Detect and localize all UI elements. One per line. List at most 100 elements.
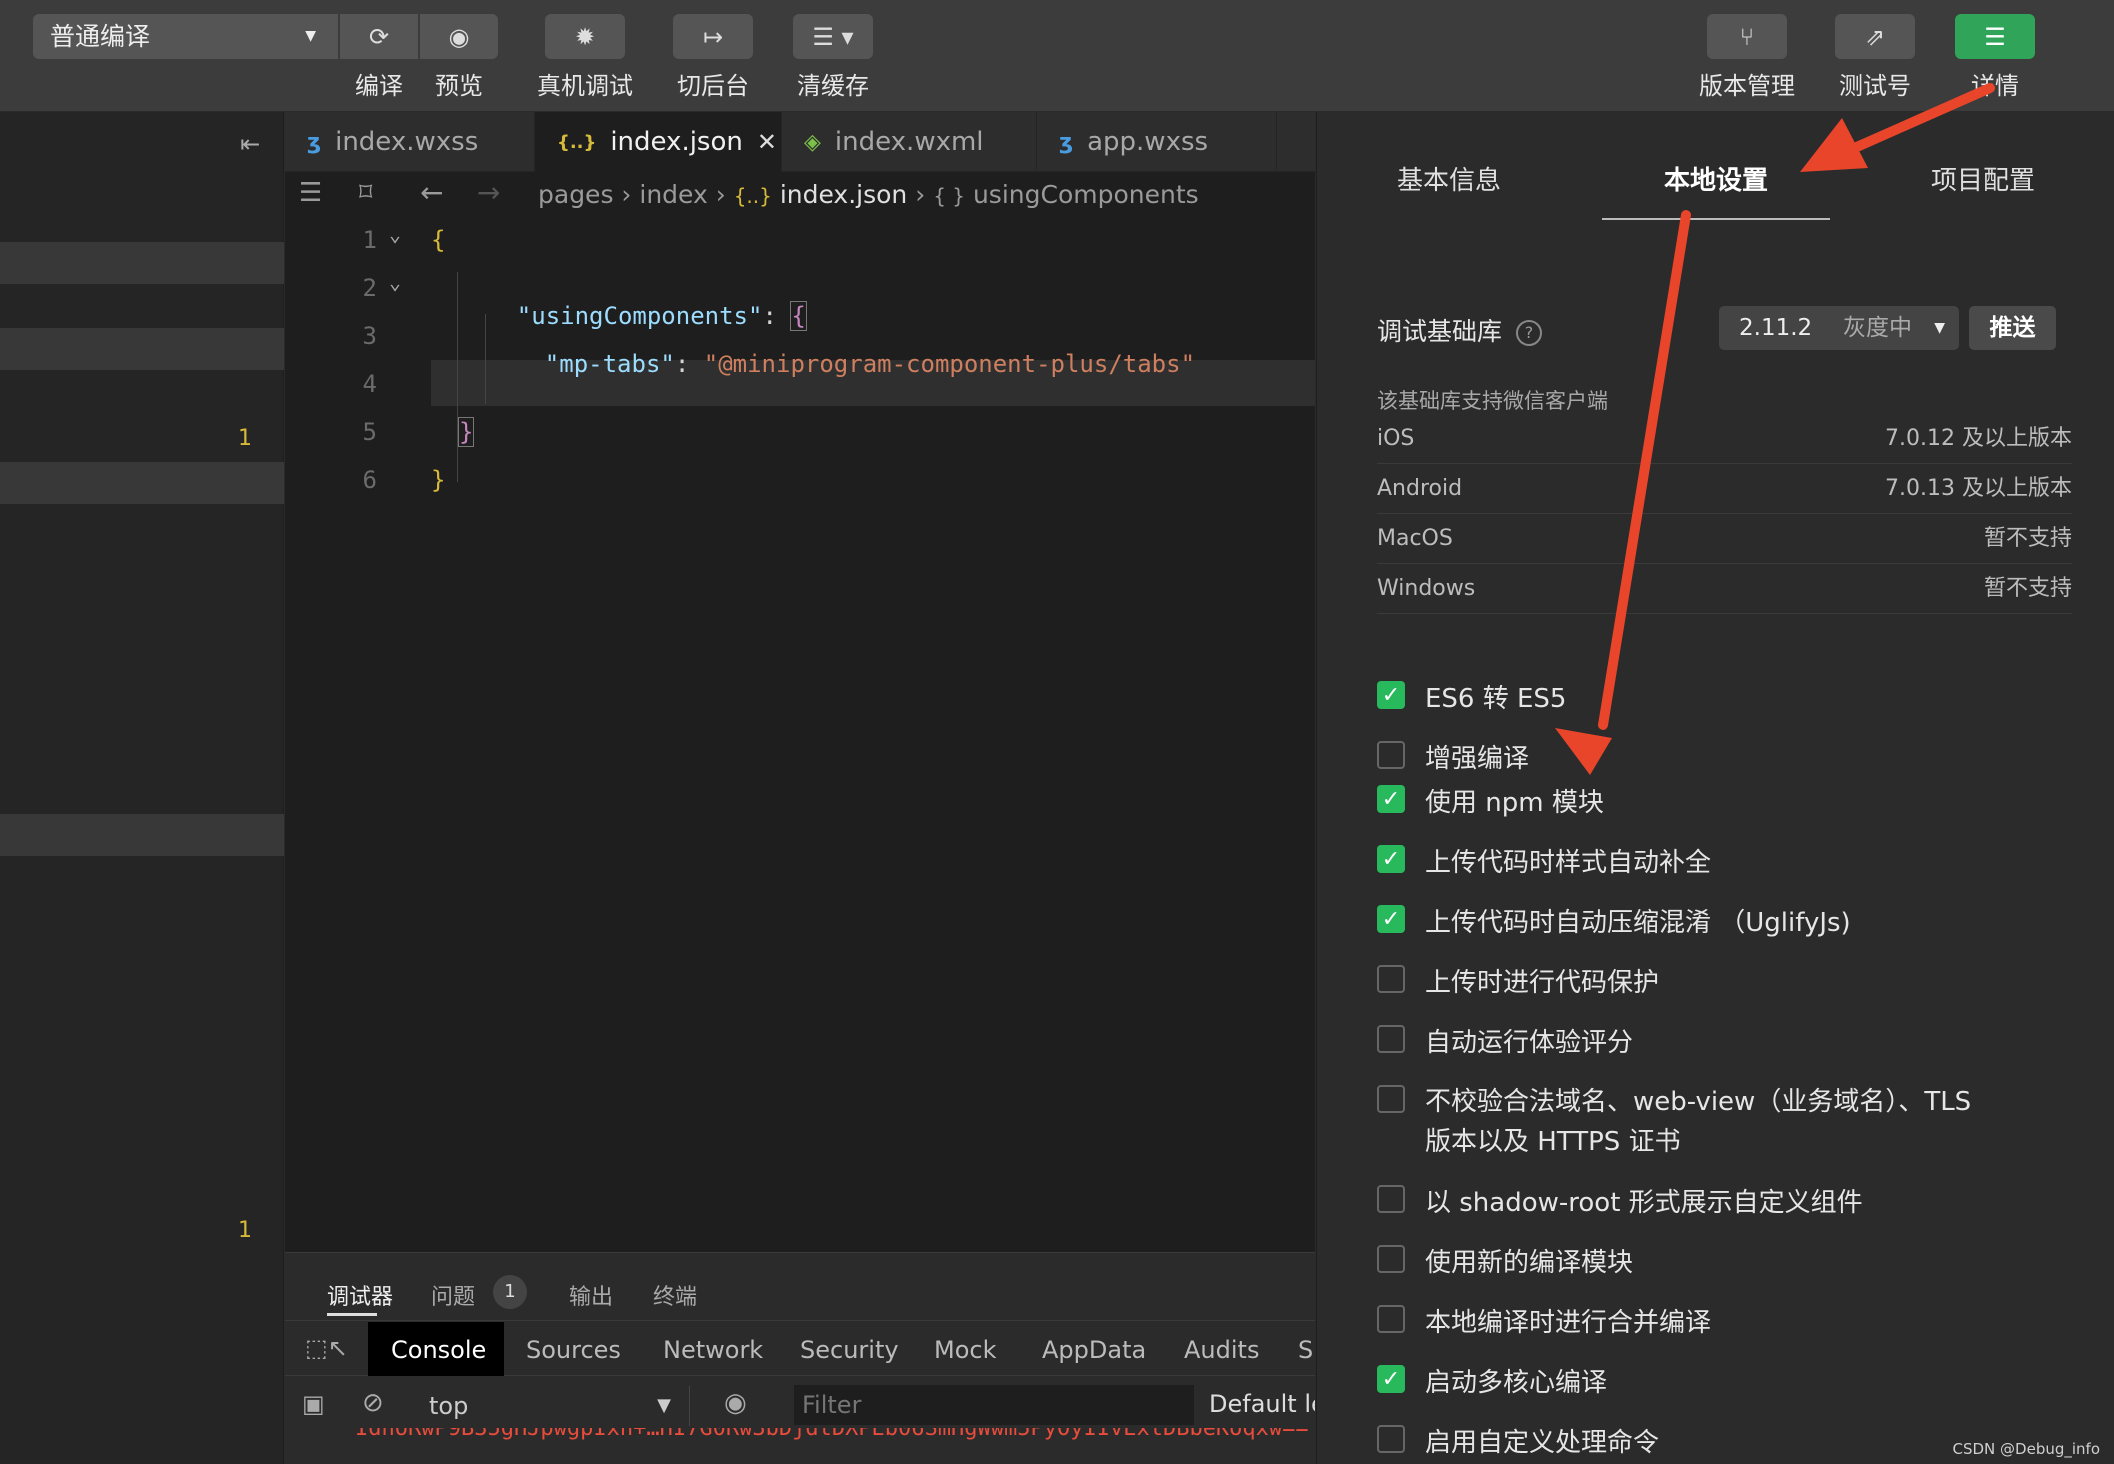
version-control-button[interactable]: ⑂ [1707, 14, 1787, 59]
tab-index-json[interactable]: {..} index.json ✕ [535, 112, 782, 172]
tab-security[interactable]: Security [800, 1336, 899, 1364]
compile-mode-select[interactable]: 普通编译 ▼ [33, 14, 338, 59]
code-line-5: } [457, 417, 475, 447]
console-error-text: IdnoRwP9B35gHJpwgpIxn+…HI7G0Rw3bDjdtDXPE… [355, 1428, 1309, 1441]
option-custom-command[interactable]: 启用自定义处理命令 [1377, 1422, 1659, 1459]
list-icon[interactable]: ☰ [299, 178, 322, 208]
code-line-6: } [431, 466, 446, 494]
tab-label: app.wxss [1087, 127, 1209, 157]
option-label: 本地编译时进行合并编译 [1425, 1308, 1712, 1338]
tab-network[interactable]: Network [663, 1336, 763, 1364]
push-button[interactable]: 推送 [1969, 306, 2056, 350]
checkbox-unchecked[interactable] [1377, 1245, 1405, 1273]
chevron-down-icon: ▼ [657, 1395, 671, 1416]
option-audit[interactable]: 自动运行体验评分 [1377, 1022, 1633, 1059]
version-control-label: 版本管理 [1699, 72, 1795, 100]
option-multicore[interactable]: ✓ 启动多核心编译 [1377, 1362, 1607, 1399]
context-select[interactable]: top ▼ [415, 1386, 690, 1426]
tab-sources[interactable]: Sources [526, 1336, 621, 1364]
tab-project-config[interactable]: 项目配置 [1931, 160, 2035, 197]
breadcrumb-item[interactable]: usingComponents [973, 180, 1199, 209]
checkbox-checked[interactable]: ✓ [1377, 681, 1405, 709]
checkbox-unchecked[interactable] [1377, 741, 1405, 769]
preview-button[interactable]: ◉ [420, 14, 498, 59]
help-icon[interactable]: ? [1515, 320, 1542, 346]
breadcrumb-item[interactable]: index [639, 180, 707, 209]
checkbox-unchecked[interactable] [1377, 1025, 1405, 1053]
refresh-icon: ⟳ [368, 22, 390, 51]
option-autoprefix[interactable]: ✓ 上传代码时样式自动补全 [1377, 842, 1711, 879]
close-icon[interactable]: ✕ [757, 128, 777, 156]
forward-icon[interactable]: → [477, 176, 500, 209]
tab-basic-info[interactable]: 基本信息 [1397, 160, 1501, 197]
branch-icon: ⑂ [1739, 22, 1755, 51]
tab-app-wxss[interactable]: ʒ app.wxss [1037, 112, 1277, 172]
option-skip-domain-check[interactable]: 不校验合法域名、web-view（业务域名）、TLS 版本以及 HTTPS 证书 [1377, 1082, 1971, 1162]
tab-truncated[interactable]: S [1298, 1336, 1315, 1364]
tab-mock[interactable]: Mock [934, 1336, 996, 1364]
tab-output[interactable]: 输出 [569, 1279, 613, 1311]
eye-icon[interactable]: ◉ [724, 1388, 747, 1418]
sidebar-row[interactable] [0, 328, 284, 370]
log-level-select[interactable]: Default lev [1209, 1390, 1315, 1418]
option-es6[interactable]: ✓ ES6 转 ES5 [1377, 678, 1566, 715]
checkbox-unchecked[interactable] [1377, 1185, 1405, 1213]
tab-local-settings[interactable]: 本地设置 [1664, 160, 1768, 197]
line-number: 3 [362, 322, 377, 350]
base-lib-version-select[interactable]: 2.11.2 灰度中 ▼ [1719, 306, 1959, 350]
clear-console-icon[interactable]: ⊘ [362, 1388, 384, 1418]
checkbox-checked[interactable]: ✓ [1377, 785, 1405, 813]
filter-input[interactable] [794, 1385, 1194, 1425]
option-merge-compile[interactable]: 本地编译时进行合并编译 [1377, 1302, 1711, 1339]
test-account-button[interactable]: ⇗ [1835, 14, 1915, 59]
option-code-protect[interactable]: 上传时进行代码保护 [1377, 962, 1659, 999]
checkbox-unchecked[interactable] [1377, 1085, 1405, 1113]
sidebar-row[interactable] [0, 242, 284, 284]
preview-label: 预览 [435, 72, 483, 100]
back-icon[interactable]: ← [420, 176, 443, 209]
option-npm[interactable]: ✓ 使用 npm 模块 [1377, 782, 1604, 819]
platform-name: Android [1377, 476, 1463, 501]
breadcrumb-item[interactable]: index.json [780, 180, 907, 209]
fold-chevron-icon[interactable]: ⌄ [389, 270, 401, 294]
option-shadow-root[interactable]: 以 shadow-root 形式展示自定义组件 [1377, 1182, 1863, 1219]
checkbox-checked[interactable]: ✓ [1377, 905, 1405, 933]
checkbox-checked[interactable]: ✓ [1377, 1365, 1405, 1393]
breadcrumb-path: pages › index › {..} index.json › { } us… [538, 180, 1199, 209]
option-new-compiler[interactable]: 使用新的编译模块 [1377, 1242, 1633, 1279]
details-button[interactable]: ☰ [1955, 14, 2035, 59]
platform-row-android: Android 7.0.13 及以上版本 [1377, 464, 2072, 514]
device-debug-button[interactable]: ✹ [545, 14, 625, 59]
bookmark-icon[interactable]: ⌑ [359, 178, 372, 208]
checkbox-unchecked[interactable] [1377, 965, 1405, 993]
checkbox-unchecked[interactable] [1377, 1305, 1405, 1333]
tab-index-wxml[interactable]: ◈ index.wxml [782, 112, 1037, 172]
console-filter-input[interactable] [794, 1385, 1194, 1425]
tab-console[interactable]: Console [391, 1336, 486, 1364]
checkbox-checked[interactable]: ✓ [1377, 845, 1405, 873]
checkbox-unchecked[interactable] [1377, 1425, 1405, 1453]
tab-appdata[interactable]: AppData [1042, 1336, 1146, 1364]
tab-debugger[interactable]: 调试器 [327, 1279, 393, 1311]
eye-icon: ◉ [448, 22, 470, 51]
background-button[interactable]: ↦ [673, 14, 753, 59]
sidebar-row[interactable] [0, 462, 284, 504]
breadcrumb-item[interactable]: pages [538, 180, 613, 209]
option-enhanced-compile[interactable]: 增强编译 [1377, 738, 1529, 775]
clear-cache-button[interactable]: ☰ ▾ [793, 14, 873, 59]
collapse-sidebar-icon[interactable]: ⇤ [240, 130, 260, 158]
compile-button[interactable]: ⟳ [340, 14, 418, 59]
active-tab-underline [327, 1313, 377, 1316]
tab-index-wxss[interactable]: ʒ index.wxss [285, 112, 535, 172]
inspect-element-icon[interactable]: ⬚↖ [305, 1334, 348, 1362]
tab-audits[interactable]: Audits [1184, 1336, 1259, 1364]
editor-tabs: ʒ index.wxss {..} index.json ✕ ◈ index.w… [285, 112, 1315, 172]
sidebar-toggle-icon[interactable]: ▣ [302, 1390, 325, 1418]
sidebar-badge: 1 [238, 1218, 252, 1243]
tab-issues[interactable]: 问题 [431, 1279, 475, 1311]
sidebar-row[interactable] [0, 814, 284, 856]
option-uglify[interactable]: ✓ 上传代码时自动压缩混淆 （UglifyJs) [1377, 902, 1851, 939]
code-editor[interactable]: 1 2 3 4 5 6 ⌄ ⌄ { "usingComponents": { "… [285, 218, 1315, 1252]
fold-chevron-icon[interactable]: ⌄ [389, 222, 401, 246]
tab-terminal[interactable]: 终端 [653, 1279, 697, 1311]
